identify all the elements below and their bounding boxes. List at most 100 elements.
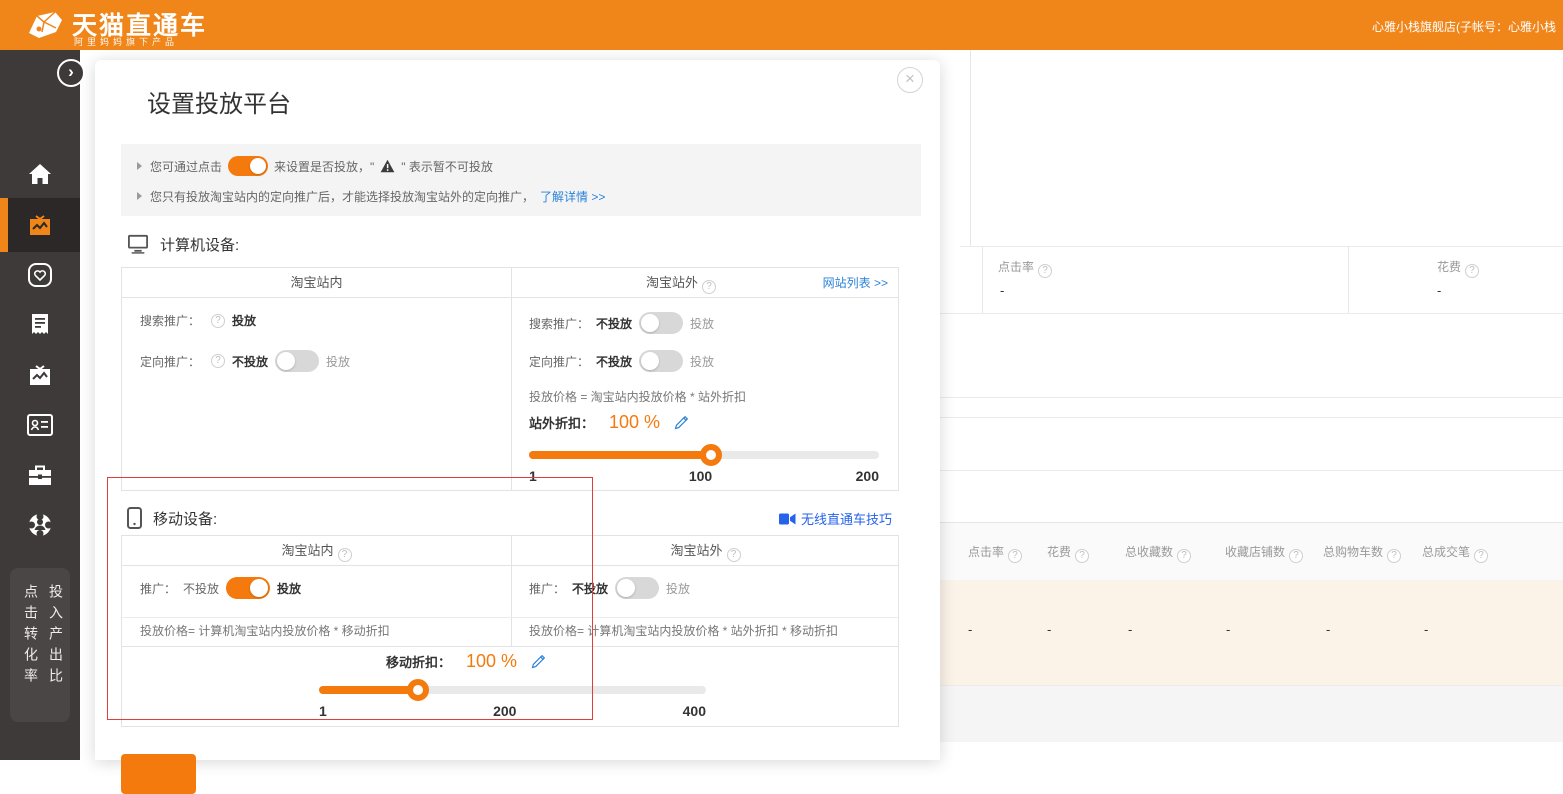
expand-sidebar-icon[interactable] [57,59,85,87]
mobile-table: 淘宝站内 淘宝站外 推广： 不投放 投放 投放价格= 计算机淘宝站内投放价格 *… [121,535,899,727]
bullet-icon [137,162,142,170]
help-icon[interactable] [1177,549,1191,563]
target-promo-row-in: 定向推广： 不投放 投放 [140,350,350,372]
sidebar-item-campaign[interactable] [0,198,80,252]
example-toggle[interactable] [228,156,268,176]
divider [940,313,1563,314]
computer-icon [127,234,149,254]
heart-icon [27,262,53,288]
divider [122,297,898,298]
metrics-panel[interactable]: 点击转化率 投入产出比 [10,568,70,722]
sidebar-item-toolbox[interactable] [0,453,80,497]
sidebar-item-favorites[interactable] [0,253,80,297]
dialog-title: 设置投放平台 [147,84,291,119]
mobile-out-toggle[interactable] [615,577,659,599]
column-header-taobao-out: 淘宝站外 [531,268,831,297]
briefcase-icon [27,463,53,487]
help-icon[interactable] [1474,549,1488,563]
edit-pencil-icon[interactable] [530,654,546,670]
column-header: 花费 [1047,543,1089,563]
column-header: 总购物车数 [1323,543,1401,563]
table-cell: - [1226,622,1230,637]
confirm-button[interactable] [121,754,196,794]
sidebar-item-home[interactable] [0,152,80,196]
divider [122,617,898,618]
bullet-icon [137,192,142,200]
target-in-toggle[interactable] [275,350,319,372]
divider [511,268,512,490]
tips-box: 您可通过点击 来设置是否投放，" " 表示暂不可投放 您只有投放淘宝站内的定向推… [121,144,921,216]
help-icon[interactable] [211,354,225,368]
search-out-toggle[interactable] [639,312,683,334]
help-icon[interactable] [211,314,225,328]
stat-card-label: 花费 [1437,258,1479,278]
table-row [940,685,1563,742]
divider [940,397,1563,398]
slider-track[interactable] [319,686,706,694]
divider [982,246,983,313]
help-icon[interactable] [1075,549,1089,563]
divider [122,565,898,566]
help-icon[interactable] [1038,264,1052,278]
help-icon[interactable] [702,280,716,294]
column-header: 总收藏数 [1125,543,1191,563]
sidebar-item-contacts[interactable] [0,403,80,447]
target-out-toggle[interactable] [639,350,683,372]
mobile-section-header: 移动设备: [127,506,217,530]
sidebar: 点击转化率 投入产出比 [0,50,80,760]
column-header: 收藏店铺数 [1225,543,1303,563]
offsite-discount-slider: 1 100 200 [529,451,879,484]
stat-card-value: - [1000,283,1004,298]
wireless-tips-link[interactable]: 无线直通车技巧 [779,509,892,528]
help-icon[interactable] [1289,549,1303,563]
slider-handle[interactable] [407,679,429,701]
account-name[interactable]: 心雅小栈旗舰店(子帐号：心雅小栈 [1372,18,1556,35]
contacts-icon [27,414,53,436]
campaign-icon [27,213,53,237]
learn-more-link[interactable]: 了解详情 >> [540,188,605,205]
tip-text: 来设置是否投放，" [274,158,374,175]
gallery-icon [27,363,53,387]
slider-fill [319,686,418,694]
price-formula: 投放价格= 计算机淘宝站内投放价格 * 站外折扣 * 移动折扣 [529,622,838,639]
edit-pencil-icon[interactable] [673,415,689,431]
sidebar-item-report[interactable] [0,303,80,347]
help-icon[interactable] [1387,549,1401,563]
metric-click-conversion: 点击转化率 [21,584,41,689]
table-cell: - [1128,622,1132,637]
help-icon[interactable] [1465,264,1479,278]
price-formula: 投放价格= 计算机淘宝站内投放价格 * 移动折扣 [140,622,390,639]
column-header-taobao-out: 淘宝站外 [511,536,900,565]
profile-icon [27,512,53,538]
tip-line: 您可通过点击 来设置是否投放，" " 表示暂不可投放 [137,154,911,178]
brand-logo-icon [25,7,65,43]
search-promo-row-in: 搜索推广： 投放 [140,312,256,329]
table-cell: - [1047,622,1051,637]
search-promo-row-out: 搜索推广： 不投放 投放 [529,312,714,334]
mobile-in-toggle[interactable] [226,577,270,599]
brand-subtitle: 阿里妈妈旗下产品 [74,35,178,48]
column-header-taobao-in: 淘宝站内 [122,268,511,297]
close-icon[interactable] [897,67,923,93]
home-icon [28,163,52,185]
divider [940,470,1563,471]
target-promo-row-out: 定向推广： 不投放 投放 [529,350,714,372]
site-list-link[interactable]: 网站列表 >> [823,268,888,298]
slider-handle[interactable] [700,444,722,466]
slider-track[interactable] [529,451,879,459]
help-icon[interactable] [1008,549,1022,563]
computer-section-header: 计算机设备: [127,232,239,256]
set-platform-dialog: 设置投放平台 您可通过点击 来设置是否投放，" " 表示暂不可投放 您只有投放淘… [95,60,940,760]
divider [940,417,1563,418]
column-header-taobao-in: 淘宝站内 [122,536,511,565]
section-title: 移动设备: [153,508,217,529]
sidebar-item-profile[interactable] [0,503,80,547]
warning-icon [380,159,395,173]
help-icon[interactable] [338,548,352,562]
mobile-promo-row-out: 推广： 不投放 投放 [529,577,690,599]
help-icon[interactable] [727,548,741,562]
mobile-discount-row: 移动折扣： 100 % [386,651,546,672]
divider [970,50,971,246]
sidebar-item-gallery[interactable] [0,353,80,397]
divider [960,246,1563,247]
